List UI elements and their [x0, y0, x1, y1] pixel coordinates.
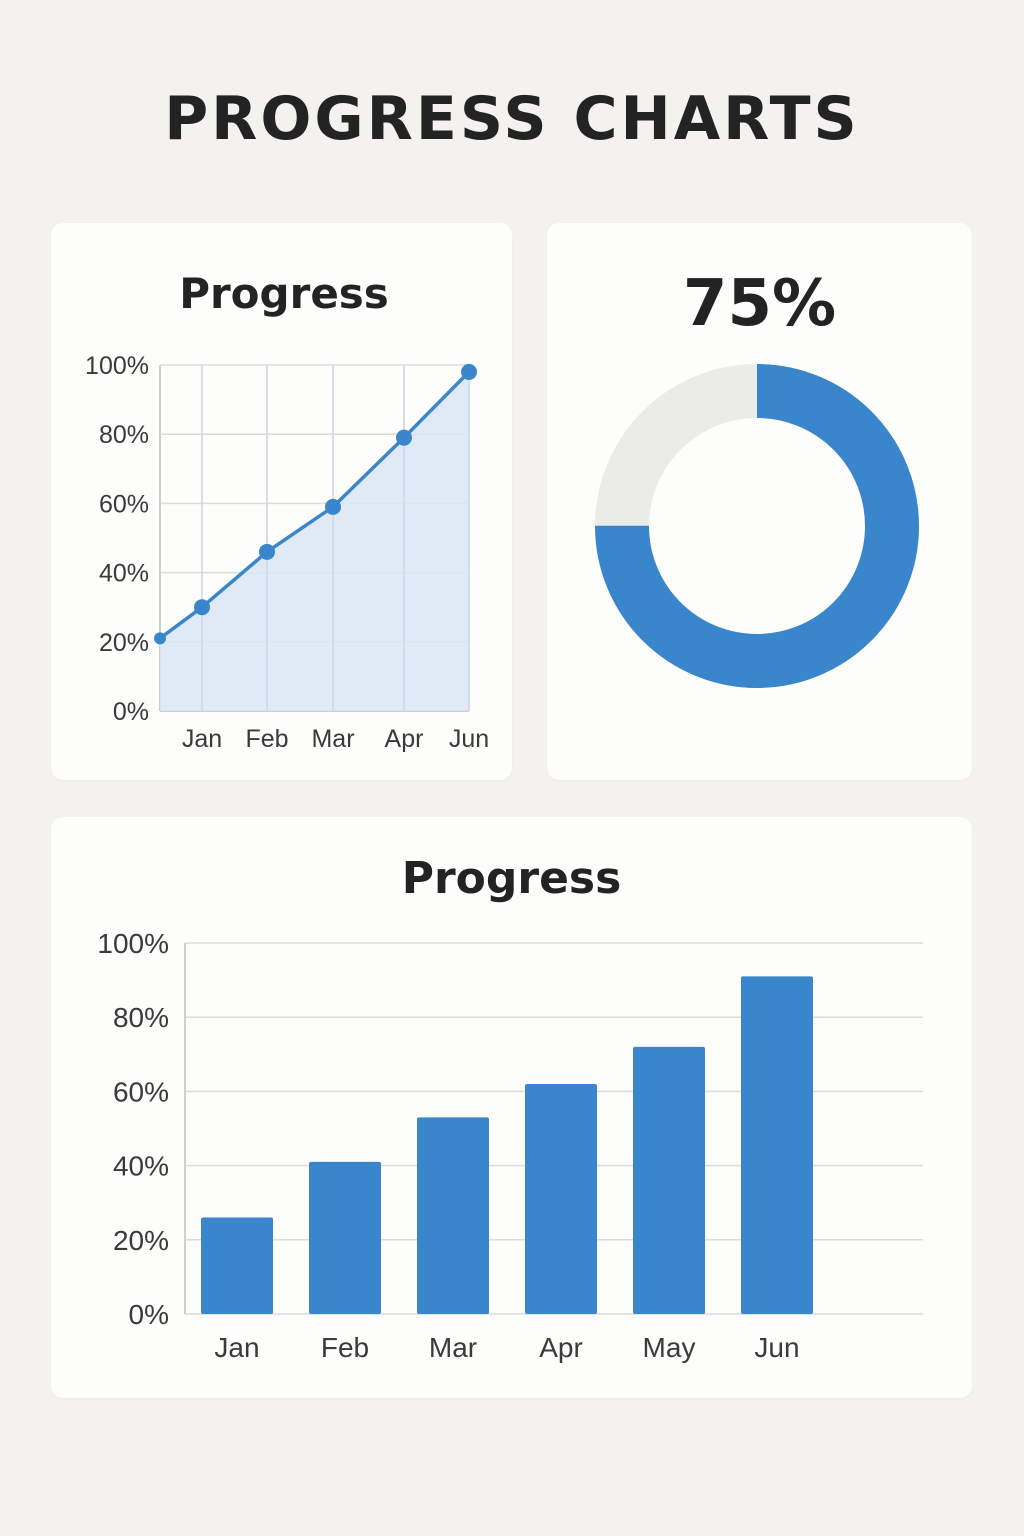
y-tick-label: 100% [97, 928, 169, 959]
x-tick-label: Feb [245, 725, 288, 753]
line-chart: 0% 20% 40% 60% 80% 100% Jan Feb Mar Apr Jun [85, 352, 489, 753]
y-tick-label: 60% [113, 1076, 169, 1107]
x-tick-label: May [643, 1332, 696, 1363]
bar-chart: 0% 20% 40% 60% 80% 100% Jan Feb Mar Apr May Jun [97, 928, 923, 1363]
line-point [194, 599, 210, 616]
y-tick-label: 0% [129, 1299, 169, 1330]
donut-chart-card: 75% [547, 223, 972, 780]
y-tick-label: 100% [85, 352, 149, 380]
line-point [461, 363, 477, 380]
line-area-fill [160, 371, 469, 711]
y-tick-label: 60% [99, 490, 149, 518]
line-point [396, 429, 412, 446]
x-tick-label: Mar [311, 725, 354, 753]
y-tick-label: 40% [113, 1151, 169, 1182]
bar [741, 976, 813, 1314]
x-tick-label: Apr [539, 1332, 583, 1363]
bar [309, 1161, 381, 1314]
x-tick-label: Jan [214, 1332, 259, 1363]
y-tick-label: 40% [99, 560, 149, 588]
bar [201, 1217, 273, 1314]
line-point [154, 632, 166, 645]
donut-chart [595, 364, 919, 688]
y-tick-label: 20% [99, 629, 149, 657]
y-tick-label: 0% [113, 698, 149, 726]
x-tick-label: Jan [182, 725, 222, 753]
bar [525, 1083, 597, 1314]
line-point [259, 543, 275, 560]
y-tick-label: 80% [99, 421, 149, 449]
line-chart-card: Progress 0% 20% 40% 60% 80% 100% Jan Feb Mar Apr J… [51, 223, 512, 780]
bar [417, 1117, 489, 1314]
x-tick-label: Jun [754, 1332, 799, 1363]
x-tick-label: Feb [321, 1332, 369, 1363]
page-title: PROGRESS CHARTS [164, 84, 860, 154]
y-tick-label: 20% [113, 1225, 169, 1256]
bar [633, 1046, 705, 1314]
x-tick-label: Mar [429, 1332, 477, 1363]
y-tick-label: 80% [113, 1002, 169, 1033]
x-tick-label: Apr [385, 725, 424, 753]
line-point [325, 498, 341, 515]
bar-chart-card: Progress 0% 20% 40% 60% 80% 100% Jan Feb Mar Apr M… [51, 817, 972, 1398]
x-tick-label: Jun [449, 725, 489, 753]
